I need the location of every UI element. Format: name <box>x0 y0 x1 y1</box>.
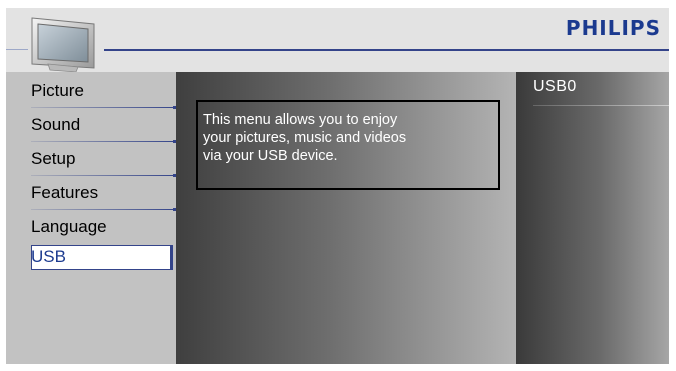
info-line: via your USB device. <box>203 148 338 164</box>
info-line: your pictures, music and videos <box>203 130 407 146</box>
info-text: This menu allows you to enjoy your pictu… <box>203 111 463 165</box>
philips-logo: PHILIPS <box>565 16 661 40</box>
menu-item-label: Picture <box>31 81 84 100</box>
header-line <box>104 49 669 51</box>
menu-item-usb[interactable]: USB <box>6 242 176 276</box>
menu-item-picture[interactable]: Picture <box>6 74 176 109</box>
menu-item-label: USB <box>31 247 66 266</box>
menu-item-label: Sound <box>31 115 81 134</box>
submenu-panel: USB0 <box>516 72 669 364</box>
menu-item-label: Language <box>31 217 107 236</box>
description-panel: This menu allows you to enjoy your pictu… <box>176 72 516 364</box>
header-line-left <box>6 49 28 50</box>
info-box: This menu allows you to enjoy your pictu… <box>196 100 500 190</box>
header-bar: PHILIPS <box>6 8 669 73</box>
menu-item-label: Features <box>31 183 99 202</box>
tv-menu-screen: PHILIPS Picture Sound Setup Features Lan… <box>0 0 676 371</box>
main-menu: Picture Sound Setup Features Language US… <box>6 72 176 364</box>
submenu-divider <box>533 105 669 106</box>
submenu-item-usb0[interactable]: USB0 <box>533 78 577 96</box>
menu-item-features[interactable]: Features <box>6 176 176 211</box>
tv-icon <box>31 17 95 73</box>
menu-item-setup[interactable]: Setup <box>6 142 176 177</box>
menu-item-label: Setup <box>31 149 76 168</box>
menu-item-sound[interactable]: Sound <box>6 108 176 143</box>
menu-item-language[interactable]: Language <box>6 210 176 244</box>
info-line: This menu allows you to enjoy <box>203 112 398 128</box>
